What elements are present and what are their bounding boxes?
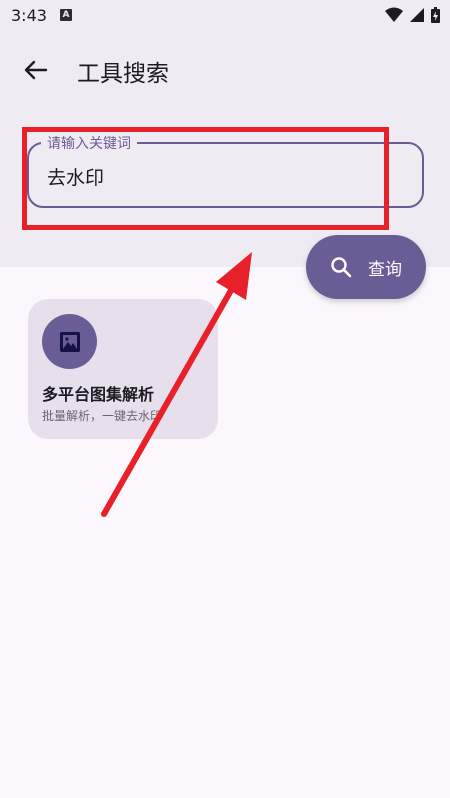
notification-icon: A	[60, 9, 72, 21]
image-icon	[59, 331, 80, 352]
search-field-label: 请输入关键词	[41, 133, 137, 153]
tool-card[interactable]: 多平台图集解析 批量解析，一键去水印	[28, 299, 218, 439]
status-time: 3:43	[11, 6, 47, 25]
tool-icon-badge	[42, 314, 97, 369]
page-title: 工具搜索	[77, 61, 169, 87]
app-bar: 工具搜索	[0, 32, 450, 107]
tool-description: 批量解析，一键去水印	[42, 409, 163, 423]
query-button-label: 查询	[368, 259, 402, 280]
search-input[interactable]	[45, 164, 389, 188]
search-icon	[331, 257, 352, 278]
tool-title: 多平台图集解析	[42, 385, 155, 404]
status-icons	[385, 7, 440, 23]
wifi-icon	[385, 7, 403, 22]
search-field[interactable]: 请输入关键词	[27, 133, 424, 208]
battery-icon	[431, 7, 440, 23]
back-button[interactable]	[20, 56, 52, 84]
query-button[interactable]: 查询	[306, 235, 426, 299]
signal-icon	[410, 8, 424, 22]
arrow-back-icon	[24, 60, 48, 80]
status-bar: 3:43 A	[0, 0, 450, 32]
